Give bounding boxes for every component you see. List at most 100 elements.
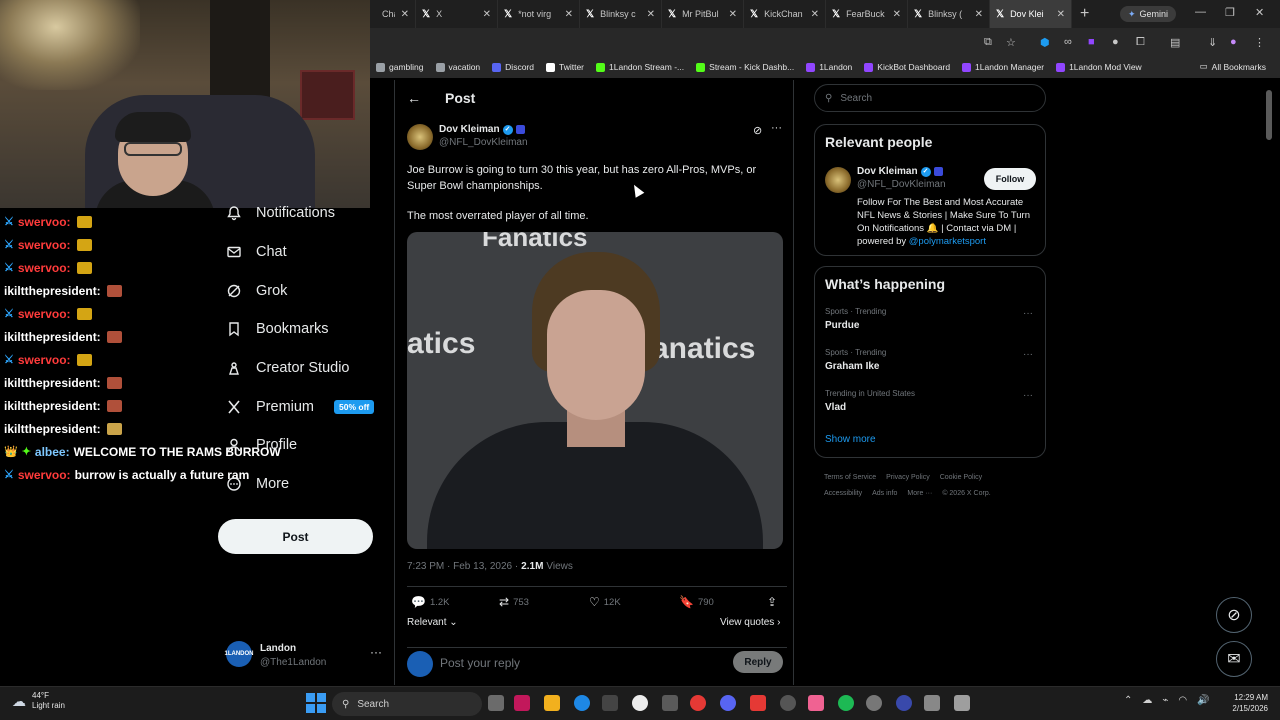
reply-input[interactable]: Post your reply [440,656,520,670]
more-icon[interactable]: ··· [1023,390,1033,401]
browser-tab[interactable]: 𝕏 FearBuck ✕ [826,0,908,28]
close-tab-icon[interactable]: ✕ [893,9,901,20]
extension-icon[interactable]: ⬢ [1040,36,1050,49]
volume-icon[interactable]: 🔊 [1197,695,1209,706]
download-icon[interactable]: ⇓ [1208,36,1217,49]
store-icon[interactable] [602,695,618,711]
chevron-up-icon[interactable]: ⌃ [1124,695,1132,706]
bookmark-item[interactable]: 1Landon Stream -... [590,62,690,72]
more-icon[interactable]: ··· [1023,308,1033,319]
chat-username[interactable]: swervoo: [18,238,71,252]
scrollbar[interactable] [1266,90,1272,140]
grok-icon[interactable]: ⊘ [753,124,762,137]
grok-icon[interactable]: ⊘ [1216,597,1252,633]
person-handle[interactable]: @NFL_DovKleiman [857,179,946,190]
avatar[interactable] [825,167,851,193]
new-tab-icon[interactable]: + [1080,5,1089,23]
bookmark-item[interactable]: KickBot Dashboard [858,62,956,72]
close-window-icon[interactable]: ✕ [1255,6,1264,19]
all-bookmarks-button[interactable]: ▭ All Bookmarks [1200,61,1266,72]
footer-link[interactable]: Cookie Policy [940,474,982,481]
app-icon[interactable] [866,695,882,711]
spotify-icon[interactable] [838,695,854,711]
chat-username[interactable]: albee: [35,445,70,459]
bookmark-item[interactable]: Discord [486,62,540,72]
messages-icon[interactable]: ✉ [1216,641,1252,677]
author-handle[interactable]: @NFL_DovKleiman [439,137,528,148]
post-image[interactable]: Fanatics atics anatics [407,232,783,549]
bookmark-item[interactable]: 1Landon Mod View [1050,62,1148,72]
bio-link[interactable]: @polymarketsport [909,236,986,247]
file-explorer-icon[interactable] [544,695,560,711]
close-tab-icon[interactable]: ✕ [1057,9,1065,20]
chat-username[interactable]: swervoo: [18,353,71,367]
bookmark-item[interactable]: Twitter [540,62,590,72]
chat-username[interactable]: swervoo: [18,468,71,482]
bookmark-item[interactable]: vacation [430,62,487,72]
edge-icon[interactable] [574,695,590,711]
browser-tab[interactable]: 𝕏 Blinksy (✕ [908,0,990,28]
puzzle-icon[interactable]: ⧠ [1136,36,1145,49]
author-avatar[interactable] [407,124,433,150]
network-icon[interactable]: ⌁ [1162,695,1168,706]
person-name[interactable]: Dov Kleiman ✓ [857,166,943,177]
app-icon[interactable] [896,695,912,711]
extension-icon[interactable]: ■ [1088,36,1095,48]
chat-username[interactable]: ikiltthepresident: [4,284,101,298]
nav-item-more[interactable]: More [226,476,289,492]
browser-tab[interactable]: 𝕏 KickChan ✕ [744,0,826,28]
sidepanel-icon[interactable]: ▤ [1170,36,1180,49]
footer-link[interactable]: © 2026 X Corp. [942,490,990,497]
reply-action[interactable]: 💬 1.2K [411,595,450,609]
maximize-icon[interactable]: ❐ [1225,6,1235,19]
task-view-icon[interactable] [488,695,504,711]
nav-item-notifications[interactable]: Notifications [226,205,335,221]
view-quotes-link[interactable]: View quotes › [720,617,780,628]
browser-tab[interactable]: 𝕏 Mr PitBul ✕ [662,0,744,28]
more-icon[interactable]: ··· [771,122,782,134]
app-icon[interactable] [924,695,940,711]
nav-item-premium[interactable]: Premium 50% off [226,399,375,415]
close-tab-icon[interactable]: ✕ [483,9,491,20]
browser-tab[interactable]: 𝕏 *not virg ✕ [498,0,580,28]
chat-username[interactable]: ikiltthepresident: [4,330,101,344]
post-button[interactable]: Post [218,519,373,554]
reply-sort-dropdown[interactable]: Relevant ⌄ [407,617,458,628]
chat-username[interactable]: ikiltthepresident: [4,399,101,413]
browser-tab[interactable]: Chan✕ [370,0,416,28]
author-name[interactable]: Dov Kleiman ✓ [439,124,525,135]
more-icon[interactable]: ··· [370,645,382,659]
taskbar-search[interactable]: ⚲ Search [332,692,482,716]
close-tab-icon[interactable]: ✕ [647,9,655,20]
close-tab-icon[interactable]: ✕ [975,9,983,20]
browser-tab[interactable]: 𝕏 X ✕ [416,0,498,28]
follow-button[interactable]: Follow [984,168,1036,190]
app-icon[interactable] [780,695,796,711]
chat-username[interactable]: ikiltthepresident: [4,376,101,390]
taskbar-clock[interactable]: 12:29 AM 2/15/2026 [1222,692,1268,714]
extension-icon[interactable]: ∞ [1064,36,1072,48]
bookmark-item[interactable]: 1Landon [800,62,858,72]
weather-widget[interactable]: ☁ 44°F Light rain [12,691,65,711]
footer-link[interactable]: Accessibility [824,490,862,497]
show-more-link[interactable]: Show more [825,434,876,445]
app-icon[interactable] [954,695,970,711]
app-icon[interactable] [808,695,824,711]
extension-icon[interactable]: ● [1112,36,1119,48]
nav-item-creator-studio[interactable]: Creator Studio [226,360,350,376]
minimize-icon[interactable]: — [1195,6,1206,18]
cloud-icon[interactable]: ☁ [1142,695,1152,706]
close-tab-icon[interactable]: ✕ [401,9,409,20]
chat-username[interactable]: swervoo: [18,307,71,321]
share-action[interactable]: ⇪ [767,595,777,609]
app-icon[interactable] [514,695,530,711]
chat-username[interactable]: swervoo: [18,261,71,275]
chat-username[interactable]: swervoo: [18,215,71,229]
repost-action[interactable]: ⇄ 753 [499,595,529,609]
browser-tab[interactable]: 𝕏 Dov Klei ✕ [990,0,1072,28]
app-icon[interactable] [750,695,766,711]
chrome-icon[interactable] [690,695,706,711]
close-tab-icon[interactable]: ✕ [811,9,819,20]
bookmark-item[interactable]: gambling [370,62,430,72]
like-action[interactable]: ♡ 12K [589,595,621,609]
